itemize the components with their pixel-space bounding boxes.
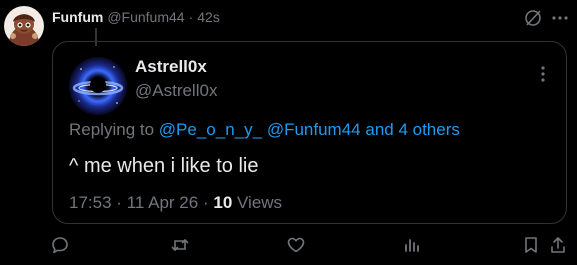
- analytics-icon[interactable]: [402, 235, 422, 255]
- tweet-date[interactable]: 11 Apr 26: [127, 193, 199, 212]
- more-icon[interactable]: [550, 8, 570, 28]
- astrell0x-avatar[interactable]: [69, 57, 127, 115]
- bookmark-icon[interactable]: [521, 235, 541, 255]
- tweet-header: Funfum @Funfum44 · 42s: [52, 7, 220, 27]
- quoted-author-handle[interactable]: @Astrell0x: [135, 81, 217, 101]
- others-link[interactable]: and 4 others: [365, 120, 460, 139]
- tweet-meta: 17:53 · 11 Apr 26 · 10 Views: [69, 193, 282, 213]
- like-icon[interactable]: [286, 235, 306, 255]
- author-handle[interactable]: @Funfum44: [107, 9, 184, 25]
- mention-link[interactable]: @Funfum44: [267, 120, 361, 139]
- tweet-text: ^ me when i like to lie: [69, 155, 259, 177]
- author-name[interactable]: Funfum: [52, 9, 103, 25]
- share-icon[interactable]: [548, 235, 568, 255]
- funfum-avatar[interactable]: [4, 6, 44, 46]
- quoted-author-name[interactable]: Astrell0x: [135, 57, 207, 77]
- views-label[interactable]: Views: [237, 193, 282, 212]
- replying-to-line: Replying to @Pe_o_n_y_ @Funfum44 and 4 o…: [69, 120, 460, 140]
- header-separator: ·: [188, 9, 194, 25]
- mention-link[interactable]: @Pe_o_n_y_: [159, 120, 262, 139]
- replying-to-prefix: Replying to: [69, 120, 155, 139]
- quoted-tweet-card[interactable]: Astrell0x @Astrell0x Replying to @Pe_o_n…: [52, 41, 567, 224]
- views-count[interactable]: 10: [213, 193, 232, 212]
- reply-icon[interactable]: [50, 235, 70, 255]
- meta-separator: ·: [116, 193, 122, 212]
- tweet-container: Funfum @Funfum44 · 42s Astrell0x @Astrel…: [0, 0, 577, 265]
- tweet-time[interactable]: 42s: [197, 9, 220, 25]
- retweet-icon[interactable]: [170, 235, 190, 255]
- meta-separator: ·: [202, 193, 209, 212]
- grok-icon[interactable]: [523, 8, 543, 28]
- more-icon[interactable]: [533, 64, 553, 84]
- tweet-timestamp[interactable]: 17:53: [69, 193, 112, 212]
